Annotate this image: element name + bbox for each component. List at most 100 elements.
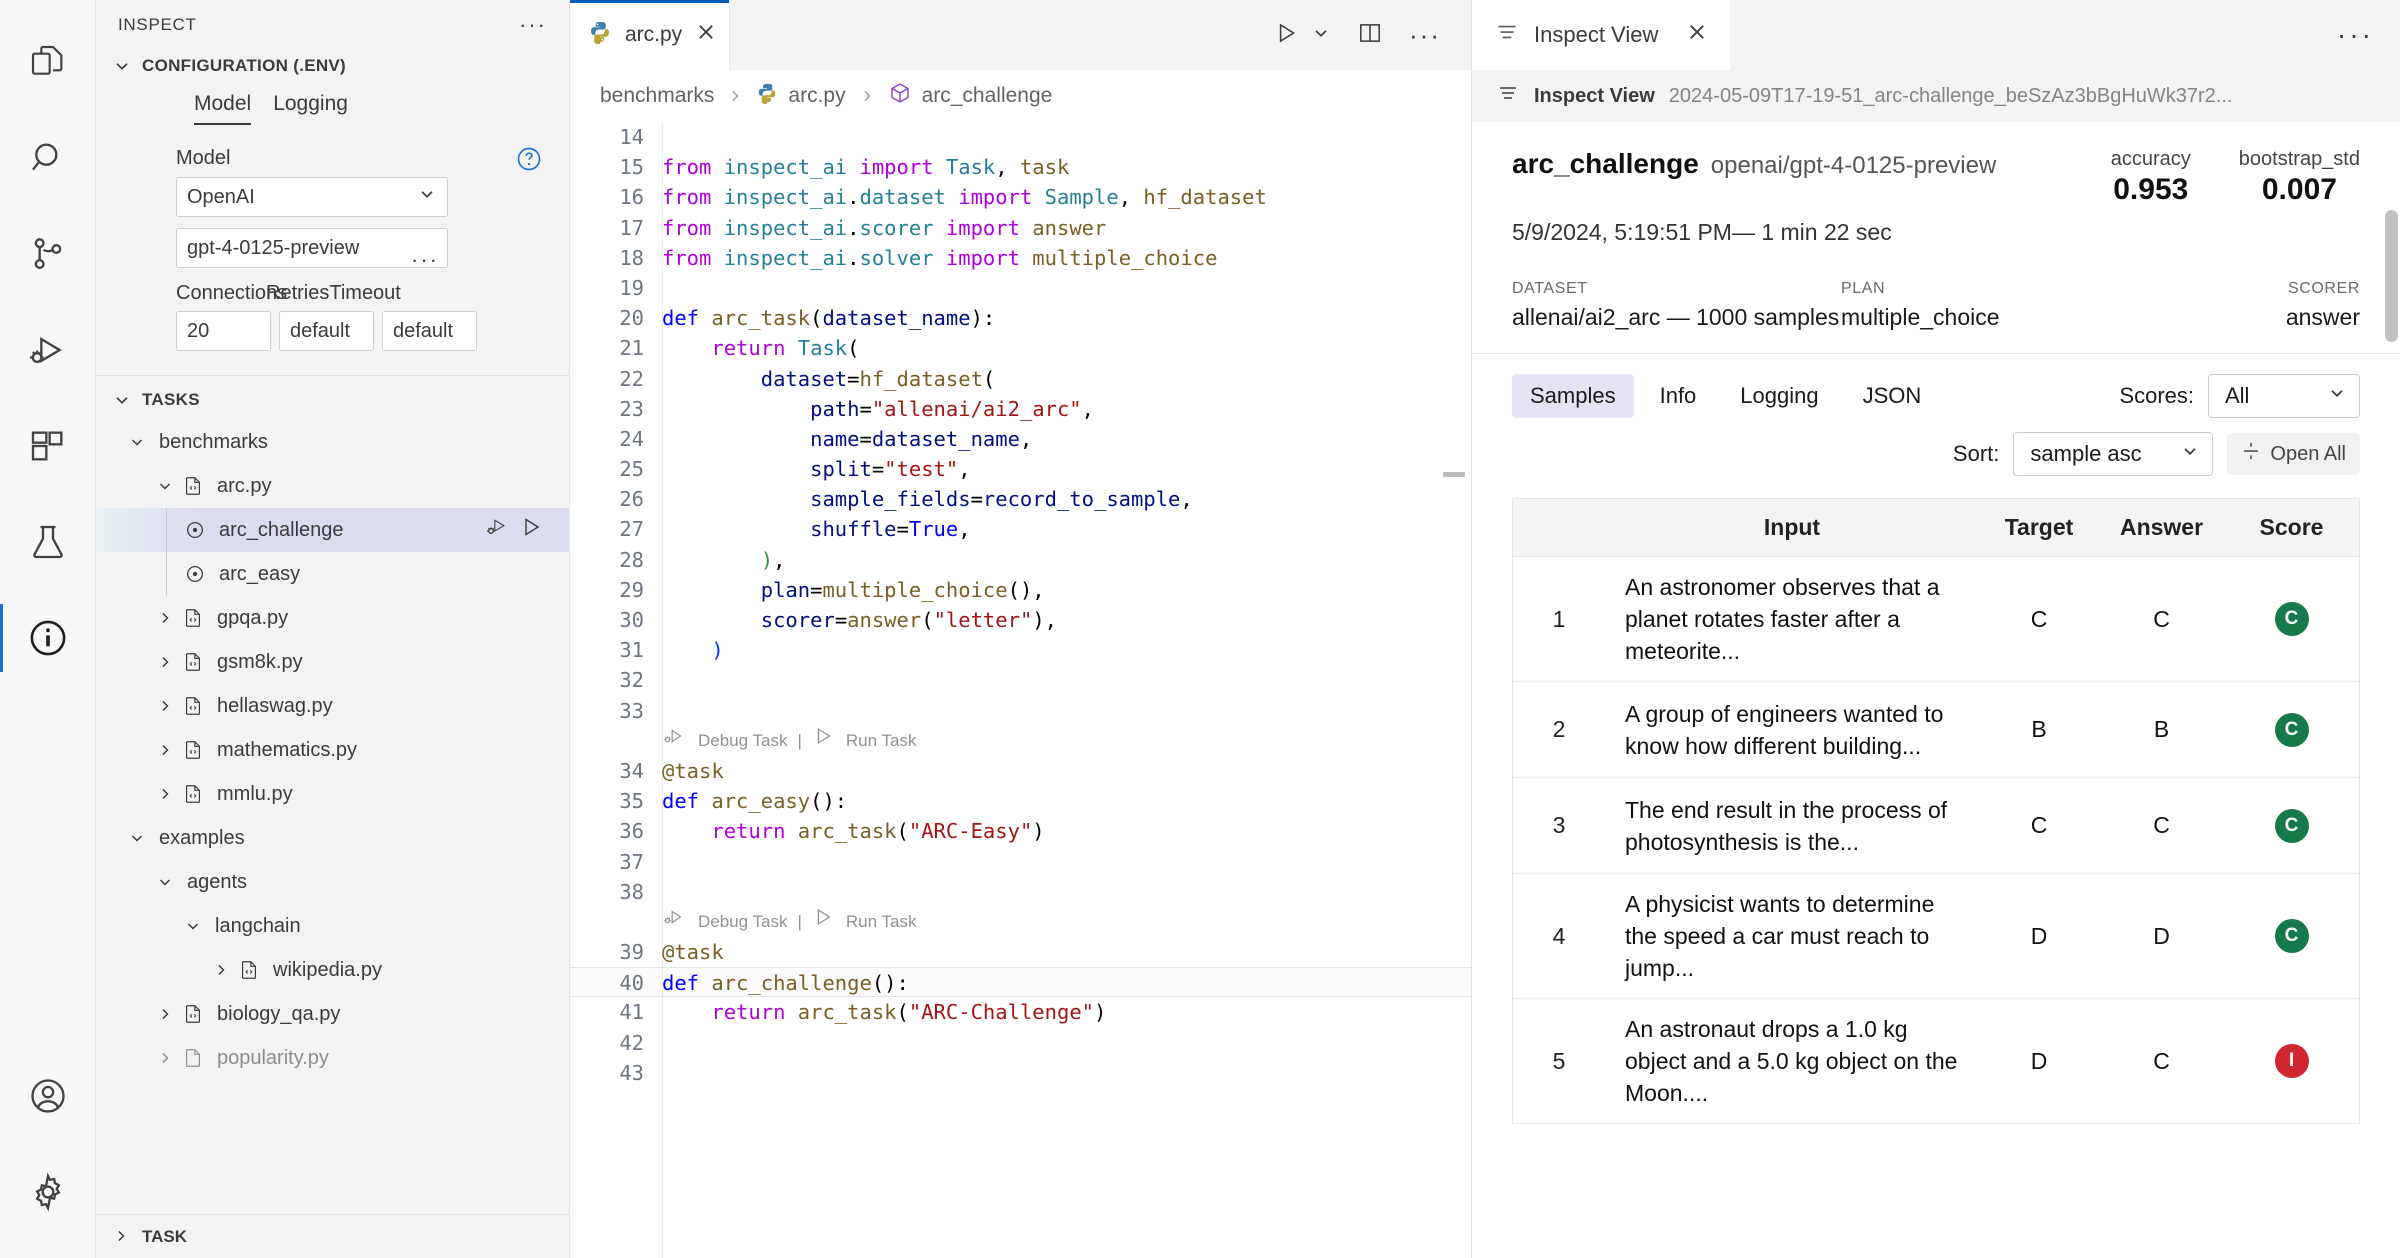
tree-item-arc-py[interactable]: arc.py xyxy=(96,464,569,508)
ellipsis-icon[interactable]: ··· xyxy=(2337,21,2374,49)
activity-item-extensions[interactable] xyxy=(0,398,96,494)
open-all-button[interactable]: Open All xyxy=(2227,433,2360,475)
line-number: 33 xyxy=(619,698,644,723)
tab-model[interactable]: Model xyxy=(194,92,252,125)
code-line: 26 sample_fields=record_to_sample, xyxy=(570,484,1471,514)
chevron-right-icon xyxy=(152,741,178,759)
tree-item-mmlu-py[interactable]: mmlu.py xyxy=(96,772,569,816)
model-name-input[interactable]: gpt-4-0125-preview xyxy=(176,228,448,268)
column-target: Target xyxy=(2004,514,2074,540)
tab-logging[interactable]: Logging xyxy=(1722,374,1836,418)
tree-label: arc_easy xyxy=(219,562,301,585)
section-tasks[interactable]: TASKS xyxy=(96,376,569,420)
scores-select[interactable]: All xyxy=(2208,374,2360,418)
line-number: 43 xyxy=(619,1060,644,1085)
chevron-down-icon xyxy=(180,917,206,935)
tree-label: mmlu.py xyxy=(217,782,293,805)
expand-icon xyxy=(2241,441,2261,467)
tree-item-gpqa-py[interactable]: gpqa.py xyxy=(96,596,569,640)
editor-group: arc.py ··· benchmarks arc.py arc_challen… xyxy=(570,0,1471,1258)
line-number: 41 xyxy=(619,1000,644,1025)
debug-task-label[interactable]: Debug Task xyxy=(694,726,787,756)
activity-item-testing[interactable] xyxy=(0,494,96,590)
table-row[interactable]: 5 An astronaut drops a 1.0 kg object and… xyxy=(1513,999,2359,1124)
tree-item-benchmarks[interactable]: benchmarks xyxy=(96,420,569,464)
tab-info[interactable]: Info xyxy=(1642,374,1715,418)
tree-item-hellaswag-py[interactable]: hellaswag.py xyxy=(96,684,569,728)
timeout-input[interactable]: default xyxy=(382,311,477,351)
tree-item-arc-challenge[interactable]: arc_challenge xyxy=(96,508,569,552)
activity-item-explorer[interactable] xyxy=(0,14,96,110)
run-task-label[interactable]: Run Task xyxy=(842,907,917,937)
meta-value: allenai/ai2_arc — 1000 samples xyxy=(1512,304,1840,330)
breadcrumb-file[interactable]: arc.py xyxy=(756,82,846,110)
code-content[interactable]: 14 15 from inspect_ai import Task, task 16 f… xyxy=(570,122,1471,1088)
activity-item-source-control[interactable] xyxy=(0,206,96,302)
tab-samples[interactable]: Samples xyxy=(1512,374,1634,418)
section-configuration[interactable]: CONFIGURATION (.ENV) xyxy=(96,50,569,86)
score-badge: C xyxy=(2274,808,2309,843)
run-task-icon[interactable] xyxy=(812,725,834,757)
tree-item-langchain[interactable]: langchain xyxy=(96,904,569,948)
activity-item-manage[interactable] xyxy=(0,1144,96,1240)
close-icon[interactable] xyxy=(695,21,717,49)
inspect-view-title-row: arc_challenge openai/gpt-4-0125-preview … xyxy=(1512,148,2360,207)
editor-tab-arc-py[interactable]: arc.py xyxy=(570,0,730,70)
breadcrumb-benchmarks[interactable]: benchmarks xyxy=(600,84,714,108)
tree-label: popularity.py xyxy=(217,1046,329,1069)
tree-item-popularity-py[interactable]: popularity.py xyxy=(96,1036,569,1080)
debug-task-icon[interactable] xyxy=(485,515,511,545)
tab-logging[interactable]: Logging xyxy=(273,92,348,125)
line-code: dataset=hf_dataset( xyxy=(760,366,996,391)
row-score: I xyxy=(2224,1044,2359,1078)
debug-task-label[interactable]: Debug Task xyxy=(694,907,787,937)
question-circle-icon[interactable] xyxy=(515,145,543,179)
tree-item-examples[interactable]: examples xyxy=(96,816,569,860)
code-file-icon xyxy=(178,739,208,761)
run-task-icon[interactable] xyxy=(812,906,834,938)
table-row[interactable]: 3 The end result in the process of photo… xyxy=(1513,778,2359,874)
tree-item-gsm8k-py[interactable]: gsm8k.py xyxy=(96,640,569,684)
code-line: 15 from inspect_ai import Task, task xyxy=(570,152,1471,182)
debug-task-icon[interactable] xyxy=(662,906,686,938)
sort-select[interactable]: sample asc xyxy=(2013,432,2214,476)
tree-item-mathematics-py[interactable]: mathematics.py xyxy=(96,728,569,772)
inspect-view-breadcrumb-file[interactable]: 2024-05-09T17-19-51_arc-challenge_beSzAz… xyxy=(1669,85,2233,108)
activity-item-accounts[interactable] xyxy=(0,1048,96,1144)
breadcrumb-symbol[interactable]: arc_challenge xyxy=(888,81,1052,111)
inspect-view-tab[interactable]: Inspect View xyxy=(1472,0,1731,70)
run-task-icon[interactable] xyxy=(519,515,543,545)
code-editor[interactable]: 14 15 from inspect_ai import Task, task 16 f… xyxy=(570,122,1471,1258)
tree-item-wikipedia-py[interactable]: wikipedia.py xyxy=(96,948,569,992)
debug-task-icon[interactable] xyxy=(662,725,686,757)
tree-item-biology-qa-py[interactable]: biology_qa.py xyxy=(96,992,569,1036)
run-task-label[interactable]: Run Task xyxy=(842,726,917,756)
inspect-view-scrollbar[interactable] xyxy=(2385,210,2398,342)
activity-item-run-and-debug[interactable] xyxy=(0,302,96,398)
chevron-right-icon xyxy=(112,1227,132,1247)
chevron-down-icon[interactable] xyxy=(1311,23,1331,48)
config-more-icon[interactable]: ··· xyxy=(411,249,439,271)
retries-input[interactable]: default xyxy=(279,311,374,351)
table-row[interactable]: 2 A group of engineers wanted to know ho… xyxy=(1513,682,2359,778)
run-icon[interactable] xyxy=(1273,20,1299,51)
model-field-label: Model xyxy=(176,147,231,169)
scores-value: All xyxy=(2225,383,2250,408)
sidebar-bottom-section[interactable]: TASK xyxy=(96,1214,569,1258)
tree-item-agents[interactable]: agents xyxy=(96,860,569,904)
line-number: 16 xyxy=(619,185,644,210)
ellipsis-icon[interactable]: ··· xyxy=(1409,22,1441,48)
split-editor-icon[interactable] xyxy=(1357,20,1383,51)
provider-select[interactable]: OpenAI xyxy=(176,177,448,217)
close-icon[interactable] xyxy=(1686,21,1708,49)
sidebar-more-actions[interactable]: ··· xyxy=(519,14,547,36)
inspect-view-breadcrumb-title[interactable]: Inspect View xyxy=(1534,85,1655,108)
tree-row-actions xyxy=(485,515,561,545)
table-row[interactable]: 1 An astronomer observes that a planet r… xyxy=(1513,557,2359,682)
tab-json[interactable]: JSON xyxy=(1845,374,1940,418)
tree-item-arc-easy[interactable]: arc_easy xyxy=(96,552,569,596)
table-row[interactable]: 4 A physicist wants to determine the spe… xyxy=(1513,874,2359,999)
activity-item-inspect[interactable] xyxy=(0,590,96,686)
connections-input[interactable]: 20 xyxy=(176,311,271,351)
activity-item-search[interactable] xyxy=(0,110,96,206)
